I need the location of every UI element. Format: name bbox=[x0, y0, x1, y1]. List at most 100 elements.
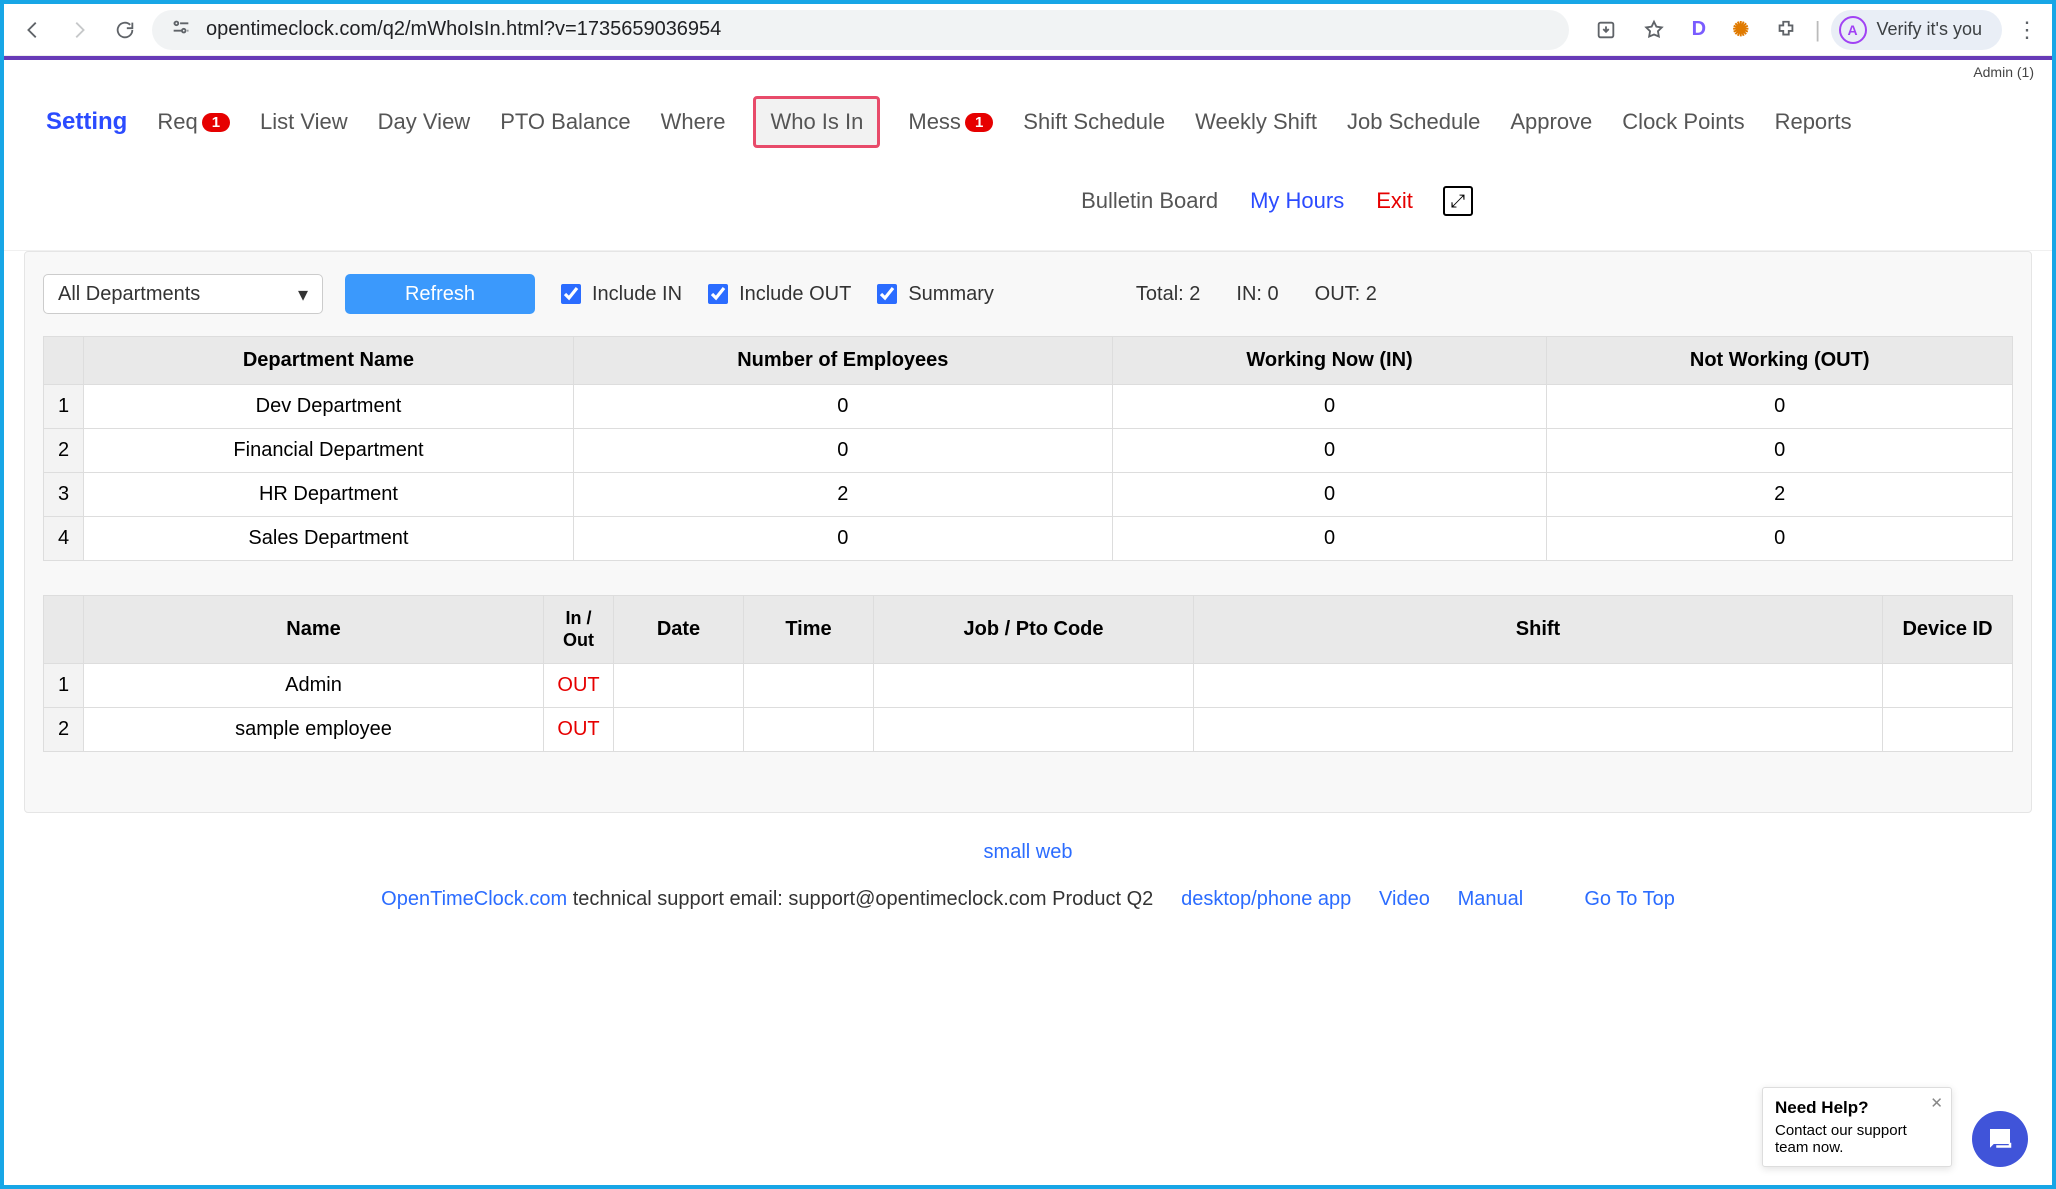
nav-clock-points[interactable]: Clock Points bbox=[1620, 105, 1746, 139]
row-index: 4 bbox=[44, 517, 84, 561]
cell-device bbox=[1883, 664, 2013, 708]
nav-where[interactable]: Where bbox=[659, 105, 728, 139]
col-job: Job / Pto Code bbox=[874, 596, 1194, 664]
extension-bug-icon[interactable]: ✺ bbox=[1725, 14, 1757, 46]
manual-link[interactable]: Manual bbox=[1458, 888, 1524, 910]
nav-day-view[interactable]: Day View bbox=[376, 105, 473, 139]
cell-dept: Sales Department bbox=[84, 517, 574, 561]
cell-in: 0 bbox=[1112, 473, 1547, 517]
include-out-input[interactable] bbox=[708, 284, 728, 304]
help-popover: ✕ Need Help? Contact our support team no… bbox=[1762, 1087, 1952, 1167]
cell-in: 0 bbox=[1112, 429, 1547, 473]
extensions-icon[interactable] bbox=[1767, 11, 1805, 49]
table-row: 3HR Department202 bbox=[44, 473, 2013, 517]
main-nav: Setting Req 1 List View Day View PTO Bal… bbox=[4, 80, 2052, 251]
cell-date bbox=[614, 664, 744, 708]
controls-row: All Departments ▾ Refresh Include IN Inc… bbox=[43, 274, 2013, 314]
cell-status: OUT bbox=[544, 664, 614, 708]
chat-icon bbox=[1985, 1124, 2015, 1154]
cell-out: 0 bbox=[1547, 385, 2013, 429]
nav-who-is-in[interactable]: Who Is In bbox=[753, 96, 880, 148]
forward-icon[interactable] bbox=[60, 11, 98, 49]
stat-out-value: 2 bbox=[1366, 283, 1377, 305]
stats-block: Total: 2 IN: 0 OUT: 2 bbox=[1136, 283, 1377, 306]
fullscreen-icon[interactable]: ⤢ bbox=[1443, 186, 1473, 216]
nav-reports[interactable]: Reports bbox=[1773, 105, 1854, 139]
nav-shift-schedule[interactable]: Shift Schedule bbox=[1021, 105, 1167, 139]
star-icon[interactable] bbox=[1635, 11, 1673, 49]
chat-fab[interactable] bbox=[1972, 1111, 2028, 1167]
nav-job-schedule[interactable]: Job Schedule bbox=[1345, 105, 1482, 139]
refresh-button[interactable]: Refresh bbox=[345, 274, 535, 314]
footer-line: OpenTimeClock.com technical support emai… bbox=[4, 874, 2052, 951]
small-web-link-row: small web bbox=[4, 813, 2052, 874]
cell-job bbox=[874, 708, 1194, 752]
cell-shift bbox=[1194, 708, 1883, 752]
row-index: 1 bbox=[44, 385, 84, 429]
row-index: 1 bbox=[44, 664, 84, 708]
site-settings-icon[interactable] bbox=[170, 16, 192, 44]
reload-icon[interactable] bbox=[106, 11, 144, 49]
install-icon[interactable] bbox=[1587, 11, 1625, 49]
summary-checkbox[interactable]: Summary bbox=[873, 281, 994, 307]
nav-bulletin-board[interactable]: Bulletin Board bbox=[1079, 184, 1220, 218]
nav-approve[interactable]: Approve bbox=[1508, 105, 1594, 139]
close-icon[interactable]: ✕ bbox=[1930, 1094, 1943, 1112]
nav-setting[interactable]: Setting bbox=[44, 104, 129, 140]
small-web-link[interactable]: small web bbox=[984, 841, 1073, 863]
nav-pto-balance[interactable]: PTO Balance bbox=[498, 105, 632, 139]
go-to-top-link[interactable]: Go To Top bbox=[1584, 888, 1674, 910]
cell-num: 0 bbox=[573, 517, 1112, 561]
profile-verify-button[interactable]: A Verify it's you bbox=[1831, 10, 2002, 50]
table-row: 2Financial Department000 bbox=[44, 429, 2013, 473]
support-text: technical support email: support@opentim… bbox=[567, 888, 1153, 910]
col-name: Name bbox=[84, 596, 544, 664]
nav-weekly-shift[interactable]: Weekly Shift bbox=[1193, 105, 1319, 139]
extension-d-icon[interactable]: D bbox=[1683, 14, 1715, 46]
req-badge: 1 bbox=[202, 113, 230, 132]
summary-input[interactable] bbox=[877, 284, 897, 304]
url-text: opentimeclock.com/q2/mWhoIsIn.html?v=173… bbox=[206, 18, 721, 41]
back-icon[interactable] bbox=[14, 11, 52, 49]
browser-menu-icon[interactable]: ⋮ bbox=[2012, 17, 2042, 43]
video-link[interactable]: Video bbox=[1379, 888, 1430, 910]
nav-exit[interactable]: Exit bbox=[1374, 184, 1415, 218]
row-index: 2 bbox=[44, 429, 84, 473]
divider: | bbox=[1815, 17, 1821, 43]
cell-dept: Dev Department bbox=[84, 385, 574, 429]
content-panel: All Departments ▾ Refresh Include IN Inc… bbox=[24, 251, 2032, 813]
include-out-checkbox[interactable]: Include OUT bbox=[704, 281, 851, 307]
cell-time bbox=[744, 708, 874, 752]
department-select[interactable]: All Departments ▾ bbox=[43, 274, 323, 314]
cell-in: 0 bbox=[1112, 385, 1547, 429]
cell-num: 0 bbox=[573, 385, 1112, 429]
stat-total: Total: 2 bbox=[1136, 283, 1201, 306]
nav-req[interactable]: Req 1 bbox=[155, 105, 232, 139]
avatar-icon: A bbox=[1839, 16, 1867, 44]
cell-in: 0 bbox=[1112, 517, 1547, 561]
include-in-checkbox[interactable]: Include IN bbox=[557, 281, 682, 307]
cell-job bbox=[874, 664, 1194, 708]
stat-total-label: Total: bbox=[1136, 283, 1184, 305]
department-selected: All Departments bbox=[58, 283, 200, 306]
col-time: Time bbox=[744, 596, 874, 664]
nav-list-view[interactable]: List View bbox=[258, 105, 350, 139]
desktop-link[interactable]: desktop/phone app bbox=[1181, 888, 1351, 910]
browser-right-icons: D ✺ | A Verify it's you ⋮ bbox=[1577, 10, 2042, 50]
stat-out-label: OUT: bbox=[1315, 283, 1361, 305]
cell-name: sample employee bbox=[84, 708, 544, 752]
brand-link[interactable]: OpenTimeClock.com bbox=[381, 888, 567, 910]
help-title: Need Help? bbox=[1775, 1098, 1923, 1118]
cell-status: OUT bbox=[544, 708, 614, 752]
cell-device bbox=[1883, 708, 2013, 752]
include-in-input[interactable] bbox=[561, 284, 581, 304]
table-row: 1Dev Department000 bbox=[44, 385, 2013, 429]
stat-total-value: 2 bbox=[1189, 283, 1200, 305]
cell-dept: Financial Department bbox=[84, 429, 574, 473]
nav-my-hours[interactable]: My Hours bbox=[1248, 184, 1346, 218]
cell-out: 0 bbox=[1547, 429, 2013, 473]
cell-date bbox=[614, 708, 744, 752]
summary-table: Department Name Number of Employees Work… bbox=[43, 336, 2013, 561]
address-bar[interactable]: opentimeclock.com/q2/mWhoIsIn.html?v=173… bbox=[152, 10, 1569, 50]
nav-mess[interactable]: Mess 1 bbox=[906, 105, 995, 139]
